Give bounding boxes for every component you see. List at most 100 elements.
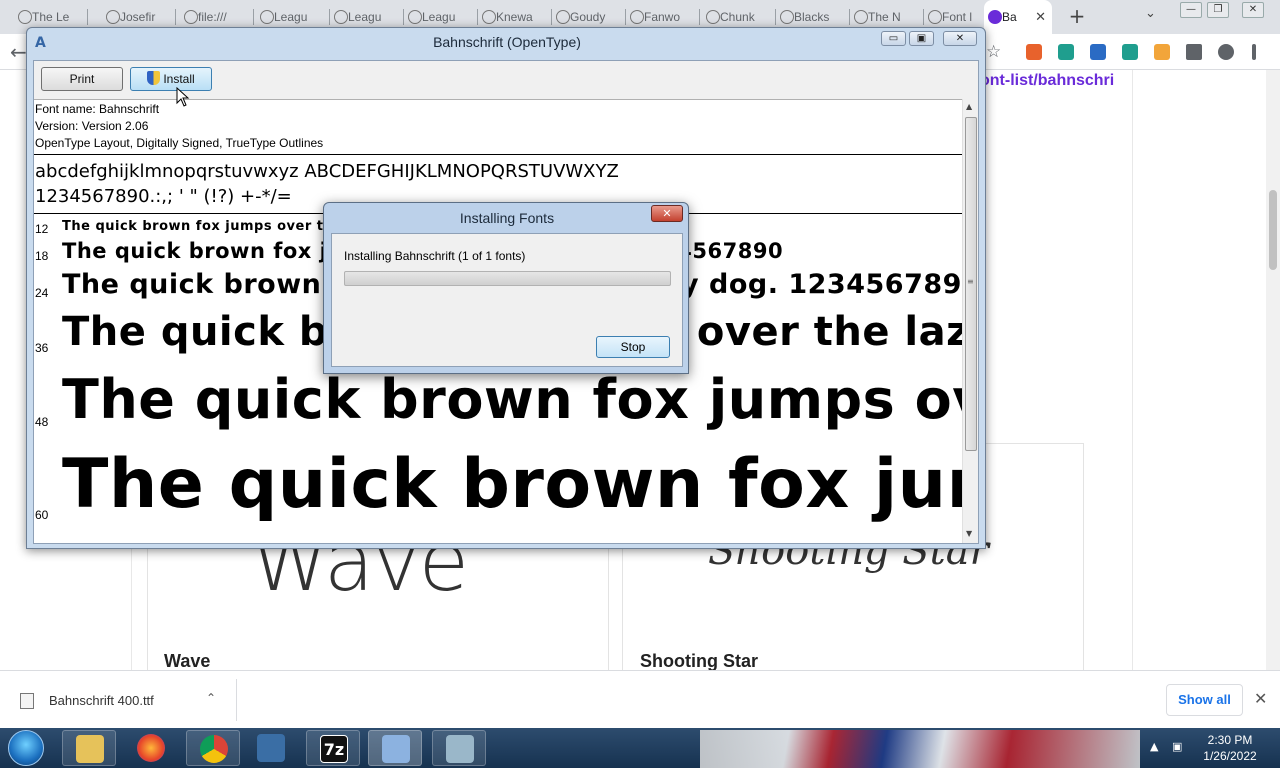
sample-size-label: 48	[35, 415, 49, 429]
tab-label: Leagu	[274, 10, 308, 24]
scroll-up-icon[interactable]: ▲	[966, 102, 972, 111]
tab-close-icon[interactable]: ✕	[1035, 9, 1046, 25]
sample-size-label: 60	[35, 508, 49, 522]
sample-text: The quick brown fox jumps over the lazy …	[62, 368, 962, 431]
extension-icon[interactable]	[1058, 44, 1074, 60]
charset-symbols: 1234567890.:,; ' " (!?) +-*/=	[35, 186, 292, 207]
back-button[interactable]: ←	[10, 40, 27, 64]
uac-shield-icon	[147, 71, 161, 85]
extension-icon[interactable]	[1122, 44, 1138, 60]
tab-label: The Le	[32, 10, 70, 24]
taskbar-font-viewer[interactable]	[368, 730, 422, 766]
dialog-title: Installing Fonts	[459, 210, 555, 226]
tab-search-button[interactable]: ⌄	[1145, 6, 1156, 21]
font-type-info: OpenType Layout, Digitally Signed, TrueT…	[35, 136, 324, 150]
desktop-wallpaper	[700, 730, 1140, 768]
print-button[interactable]: Print	[41, 67, 123, 91]
close-icon[interactable]: ✕	[1254, 689, 1267, 708]
install-progress-bar	[344, 271, 671, 286]
font-list-link[interactable]: ont-list/bahnschri	[980, 72, 1114, 90]
tab-separator	[87, 9, 88, 25]
chrome-icon	[200, 735, 228, 763]
home-icon[interactable]	[1154, 44, 1170, 60]
divider	[236, 679, 237, 721]
start-button[interactable]	[8, 730, 44, 766]
tab-label: Josefir	[120, 10, 156, 24]
profile-avatar-icon[interactable]	[1218, 44, 1234, 60]
site-favicon-icon	[780, 10, 794, 24]
bookmark-star-icon[interactable]: ☆	[986, 42, 1001, 62]
install-status-text: Installing Bahnschrift (1 of 1 fonts)	[344, 249, 526, 263]
card-title-shooting-star[interactable]: Shooting Star	[640, 651, 758, 672]
extension-icon[interactable]	[1090, 44, 1106, 60]
minimize-button[interactable]: ▭	[881, 31, 906, 46]
browser-minimize-button[interactable]: —	[1180, 2, 1202, 18]
tab-label: Ba	[1002, 10, 1017, 24]
tab-active[interactable]: Ba ✕	[984, 0, 1052, 34]
page-scrollbar[interactable]	[1266, 70, 1280, 670]
clock-time: 2:30 PM	[1207, 733, 1253, 747]
font-viewer-icon	[382, 735, 410, 763]
download-file-name[interactable]: Bahnschrift 400.ttf	[49, 693, 154, 708]
site-favicon-icon	[556, 10, 570, 24]
taskbar-firefox[interactable]	[124, 730, 178, 766]
site-favicon-icon	[18, 10, 32, 24]
stop-button[interactable]: Stop	[596, 336, 670, 358]
tab-label: Font l	[942, 10, 973, 24]
tab-label: Fanwo	[644, 10, 681, 24]
taskbar-virtualbox[interactable]	[244, 730, 298, 766]
installing-fonts-dialog: Installing Fonts ✕ Installing Bahnschrif…	[323, 202, 689, 374]
mouse-cursor-icon	[176, 87, 190, 107]
tab-separator	[253, 9, 254, 25]
site-favicon-icon	[482, 10, 496, 24]
install-label: Install	[163, 72, 195, 86]
taskbar-7zip[interactable]: 7z	[306, 730, 360, 766]
maximize-button[interactable]: ▣	[909, 31, 934, 46]
menu-kebab-icon[interactable]	[1252, 44, 1256, 60]
site-favicon-icon	[854, 10, 868, 24]
site-favicon-icon	[334, 10, 348, 24]
dialog-close-button[interactable]: ✕	[651, 205, 683, 222]
clock-date: 1/26/2022	[1203, 749, 1257, 763]
chevron-up-icon[interactable]: ⌃	[206, 691, 216, 705]
tab-label: Chunk	[720, 10, 755, 24]
tab-separator	[699, 9, 700, 25]
network-icon[interactable]: ▣	[1172, 740, 1182, 753]
scrollbar-thumb[interactable]	[1269, 190, 1277, 270]
tab-label: The N	[868, 10, 901, 24]
charset-letters: abcdefghijklmnopqrstuvwxyz ABCDEFGHIJKLM…	[35, 161, 619, 182]
taskbar-installer[interactable]	[432, 730, 486, 766]
tab-label: Goudy	[570, 10, 606, 24]
preview-scrollbar[interactable]: ▲ ≡ ▼	[962, 99, 978, 543]
browser-maximize-button[interactable]: ❐	[1207, 2, 1229, 18]
font-name-info: Font name: Bahnschrift	[35, 102, 160, 116]
site-favicon-icon	[106, 10, 120, 24]
show-all-button[interactable]: Show all	[1166, 684, 1243, 716]
scroll-down-icon[interactable]: ▼	[966, 529, 972, 538]
tab-label: file:///	[198, 10, 227, 24]
close-button[interactable]: ✕	[943, 31, 977, 46]
new-tab-button[interactable]: +	[1066, 5, 1088, 27]
page-divider	[131, 545, 132, 670]
seven-zip-icon: 7z	[320, 735, 348, 763]
tab-label: Knewa	[496, 10, 533, 24]
site-favicon-icon	[988, 10, 1002, 24]
extension-icon[interactable]	[1026, 44, 1042, 60]
folder-icon	[76, 735, 104, 763]
dialog-body: Installing Bahnschrift (1 of 1 fonts) St…	[331, 233, 683, 367]
system-clock[interactable]: 2:30 PM 1/26/2022	[1197, 732, 1263, 764]
tab-label: Leagu	[422, 10, 456, 24]
sample-text: The quick brown fox jumps over the lazy …	[62, 445, 962, 524]
taskbar-explorer[interactable]	[62, 730, 116, 766]
tab-label: Blacks	[794, 10, 830, 24]
browser-close-button[interactable]: ✕	[1242, 2, 1264, 18]
site-favicon-icon	[408, 10, 422, 24]
install-button[interactable]: Install	[130, 67, 212, 91]
site-favicon-icon	[184, 10, 198, 24]
taskbar-chrome[interactable]	[186, 730, 240, 766]
sample-size-label: 36	[35, 341, 49, 355]
tray-arrow-icon[interactable]: ▲	[1150, 740, 1158, 753]
card-title-wave[interactable]: Wave	[164, 651, 210, 672]
site-favicon-icon	[630, 10, 644, 24]
extensions-puzzle-icon[interactable]	[1186, 44, 1202, 60]
